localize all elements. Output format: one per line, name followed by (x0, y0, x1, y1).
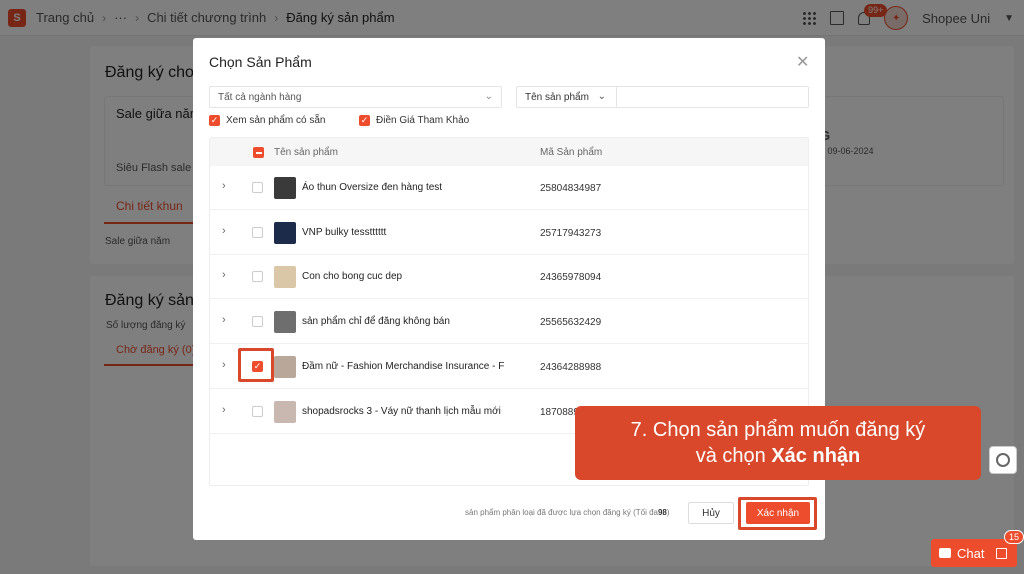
table-header: Tên sản phẩm Mã Sản phẩm (210, 138, 808, 166)
footer-note-text: sản phẩm phân loại đã được lựa chọn đăng… (465, 508, 658, 517)
column-header-name: Tên sản phẩm (274, 147, 338, 158)
product-name: Áo thun Oversize đen hàng test (302, 182, 443, 193)
chat-icon (939, 548, 951, 558)
show-available-label: Xem sản phẩm có sẵn (226, 115, 326, 126)
row-checkbox[interactable] (252, 316, 263, 328)
row-checkbox[interactable] (252, 271, 263, 283)
chevron-right-icon[interactable]: › (222, 180, 226, 192)
table-row[interactable]: › ✓ Đầm nữ - Fashion Merchandise Insurance… (210, 345, 808, 389)
search-field-value: Tên sản phẩm (525, 91, 589, 103)
modal-title: Chọn Sản Phẩm (209, 54, 312, 70)
expand-icon (996, 547, 1008, 559)
chevron-right-icon[interactable]: › (222, 269, 226, 281)
product-thumbnail (274, 177, 296, 199)
row-checkbox[interactable] (252, 226, 263, 238)
chevron-right-icon[interactable]: › (222, 314, 226, 326)
chat-button[interactable]: Chat (931, 539, 1017, 567)
footer-note: sản phẩm phân loại đã được lựa chọn đăng… (465, 508, 670, 517)
column-header-code: Mã Sản phẩm (540, 147, 603, 158)
show-available-checkbox[interactable]: ✓ Xem sản phẩm có sẵn (209, 115, 326, 126)
chevron-right-icon[interactable]: › (222, 225, 226, 237)
category-select-value: Tất cả ngành hàng (218, 91, 302, 103)
product-name: Đầm nữ - Fashion Merchandise Insurance -… (302, 360, 505, 372)
product-code: 25804834987 (540, 183, 602, 194)
chevron-right-icon[interactable]: › (222, 404, 226, 416)
product-name: VNP bulky tesstttttt (302, 226, 387, 238)
product-thumbnail (274, 221, 296, 244)
table-row[interactable]: › VNP bulky tesstttttt 25717943273 (210, 211, 808, 255)
table-row[interactable]: › Con cho bong cuc dep 24365978094 (210, 255, 808, 300)
callout-line-2-bold: Xác nhận (771, 445, 861, 467)
product-thumbnail (274, 355, 296, 378)
checkbox-checked-icon: ✓ (359, 115, 370, 126)
fill-price-label: Điền Giá Tham Khảo (376, 115, 470, 126)
checkbox-highlight (238, 348, 274, 382)
product-code: 25565632429 (540, 317, 602, 329)
table-row[interactable]: › Áo thun Oversize đen hàng test 258048349… (210, 166, 808, 210)
chevron-right-icon[interactable]: › (222, 359, 226, 371)
instruction-callout: 7. Chọn sản phẩm muốn đăng ký và chọn Xá… (575, 406, 981, 480)
callout-line-1: 7. Chọn sản phẩm muốn đăng ký (630, 419, 926, 441)
product-code: 25717943273 (540, 227, 602, 239)
confirm-button[interactable]: Xác nhận (746, 502, 810, 524)
footer-max: 98 (657, 508, 667, 517)
chat-label: Chat (957, 545, 985, 561)
product-code: 24365978094 (540, 272, 602, 284)
footer-note-close: ) (666, 508, 670, 517)
headset-icon (996, 453, 1010, 467)
close-icon[interactable]: ✕ (796, 52, 809, 72)
category-select[interactable]: Tất cả ngành hàng ⌄ (209, 86, 502, 108)
checkbox-checked-icon: ✓ (209, 115, 220, 126)
callout-line-2-prefix: và chọn (695, 445, 772, 467)
fill-price-checkbox[interactable]: ✓ Điền Giá Tham Khảo (359, 115, 469, 126)
product-thumbnail (274, 311, 296, 334)
product-code: 24364288988 (540, 361, 602, 373)
product-name: sản phẩm chỉ để đăng không bán (302, 316, 450, 328)
support-button[interactable] (989, 446, 1017, 474)
table-row[interactable]: › sản phẩm chỉ để đăng không bán 255656324… (210, 300, 808, 345)
row-checkbox[interactable] (252, 405, 263, 417)
product-thumbnail (274, 266, 296, 289)
callout-line-2: và chọn Xác nhận (575, 443, 981, 469)
select-all-checkbox[interactable] (253, 147, 264, 158)
chevron-down-icon: ⌄ (597, 91, 606, 102)
product-thumbnail (274, 400, 296, 423)
chevron-down-icon: ⌄ (484, 91, 493, 102)
chat-badge: 15 (1004, 530, 1024, 544)
product-name: Con cho bong cuc dep (302, 271, 403, 283)
search-field-select[interactable]: Tên sản phẩm ⌄ (516, 86, 616, 108)
row-checkbox[interactable] (252, 182, 263, 193)
cancel-button[interactable]: Hủy (688, 502, 734, 524)
product-name: shopadsrocks 3 - Váy nữ thanh lịch mẫu m… (302, 405, 501, 417)
search-input[interactable] (616, 86, 809, 108)
